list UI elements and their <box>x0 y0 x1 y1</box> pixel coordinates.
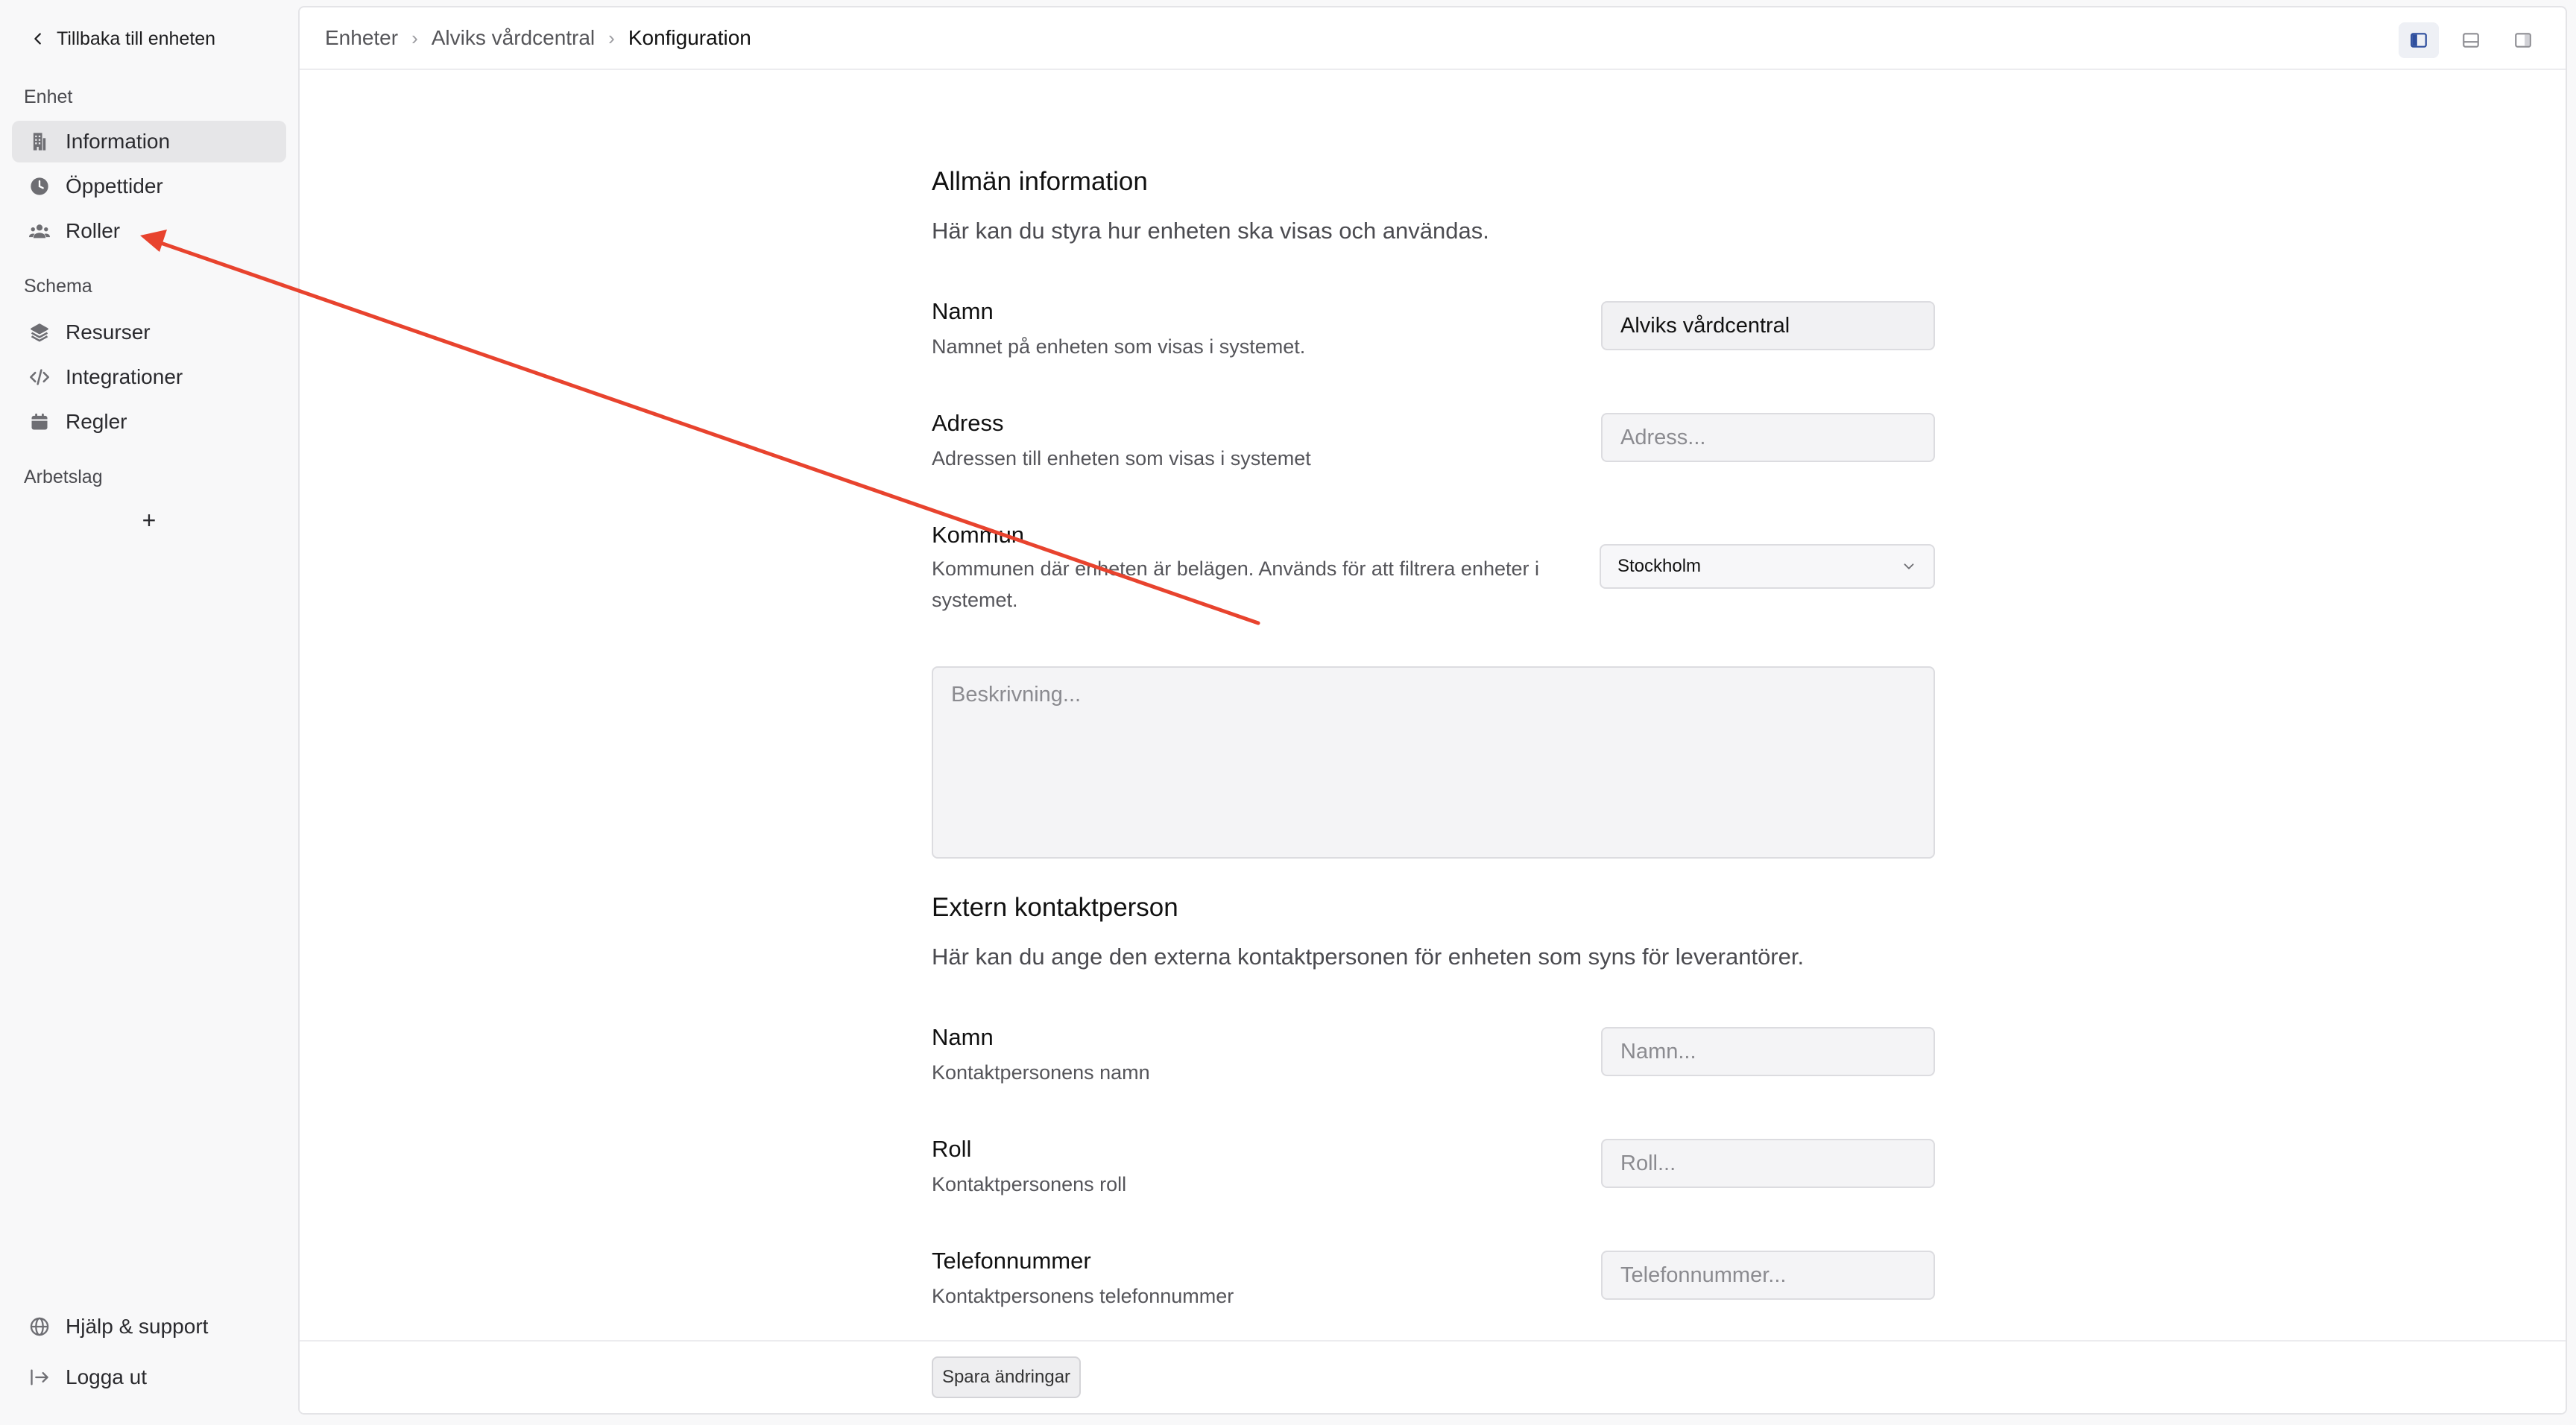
contact-role-label: Roll <box>932 1136 972 1162</box>
section-label-schema: Schema <box>24 276 92 297</box>
contact-name-label: Namn <box>932 1024 994 1050</box>
logout-link[interactable]: Logga ut <box>12 1356 286 1398</box>
contact-phone-help: Kontaktpersonens telefonnummer <box>932 1285 1234 1307</box>
contact-section-title: Extern kontaktperson <box>932 893 1178 922</box>
description-textarea[interactable] <box>932 666 1935 859</box>
chevron-right-icon: › <box>411 26 418 49</box>
code-icon <box>28 366 51 388</box>
section-label-arbetslag: Arbetslag <box>24 467 103 487</box>
sidebar-item-label: Information <box>66 130 171 153</box>
unit-name-input[interactable] <box>1601 301 1935 350</box>
sidebar-item-oppettider[interactable]: Öppettider <box>12 165 286 207</box>
users-icon <box>28 220 51 242</box>
sidebar: Tillbaka till enheten Enhet Information … <box>0 0 298 1425</box>
sidebar-right-icon <box>2515 33 2531 48</box>
contact-role-input[interactable] <box>1601 1139 1935 1188</box>
address-input[interactable] <box>1601 413 1935 462</box>
contact-name-help: Kontaktpersonens namn <box>932 1061 1150 1084</box>
sidebar-item-information[interactable]: Information <box>12 121 286 162</box>
layout-left-panel-toggle[interactable] <box>2399 22 2439 58</box>
breadcrumb-current: Konfiguration <box>628 26 751 49</box>
add-team-button[interactable]: + <box>134 505 164 535</box>
chevron-right-icon: › <box>608 26 615 49</box>
sidebar-item-integrationer[interactable]: Integrationer <box>12 356 286 398</box>
address-help: Adressen till enheten som visas i system… <box>932 447 1311 470</box>
contact-name-input[interactable] <box>1601 1027 1935 1076</box>
help-support-label: Hjälp & support <box>66 1315 209 1338</box>
sidebar-item-regler[interactable]: Regler <box>12 401 286 443</box>
name-help: Namnet på enheten som visas i systemet. <box>932 335 1306 358</box>
sidebar-item-label: Roller <box>66 219 121 242</box>
breadcrumb-unit[interactable]: Alviks vårdcentral <box>432 26 595 50</box>
stack-icon <box>28 321 51 344</box>
top-bar: Enheter › Alviks vårdcentral › Konfigura… <box>300 7 2566 70</box>
municipality-label: Kommun <box>932 522 1025 548</box>
logout-label: Logga ut <box>66 1365 147 1388</box>
general-section-title: Allmän information <box>932 167 1148 196</box>
sidebar-item-resurser[interactable]: Resurser <box>12 312 286 353</box>
main-panel: Enheter › Alviks vårdcentral › Konfigura… <box>298 6 2567 1415</box>
municipality-select[interactable]: Stockholm <box>1600 544 1935 589</box>
sidebar-item-label: Resurser <box>66 320 151 344</box>
form-footer: Spara ändringar <box>300 1340 2566 1413</box>
contact-section-description: Här kan du ange den externa kontaktperso… <box>932 944 1805 970</box>
breadcrumb: Enheter › Alviks vårdcentral › Konfigura… <box>325 26 751 50</box>
save-changes-button[interactable]: Spara ändringar <box>932 1356 1081 1398</box>
name-label: Namn <box>932 298 994 324</box>
breadcrumb-enheter[interactable]: Enheter <box>325 26 398 50</box>
help-support-link[interactable]: Hjälp & support <box>12 1306 286 1347</box>
globe-icon <box>28 1315 51 1338</box>
section-label-enhet: Enhet <box>24 86 73 107</box>
contact-phone-input[interactable] <box>1601 1251 1935 1300</box>
panel-bottom-icon <box>2463 33 2479 48</box>
view-toggles <box>2399 22 2543 58</box>
app-root: Tillbaka till enheten Enhet Information … <box>0 0 2576 1425</box>
contact-role-help: Kontaktpersonens roll <box>932 1173 1127 1195</box>
sidebar-item-roller[interactable]: Roller <box>12 210 286 252</box>
layout-right-panel-toggle[interactable] <box>2503 22 2543 58</box>
municipality-selected-value: Stockholm <box>1617 556 1702 576</box>
clock-icon <box>28 175 51 198</box>
general-section-description: Här kan du styra hur enheten ska visas o… <box>932 218 1489 244</box>
sidebar-item-label: Öppettider <box>66 174 163 198</box>
contact-phone-label: Telefonnummer <box>932 1248 1091 1274</box>
back-link-label: Tillbaka till enheten <box>57 28 216 49</box>
chevron-left-icon <box>34 33 41 45</box>
logout-icon <box>28 1366 51 1388</box>
municipality-help: Kommunen där enheten är belägen. Används… <box>932 557 1540 611</box>
address-label: Adress <box>932 410 1004 436</box>
chevron-down-icon <box>1904 563 1914 569</box>
sidebar-left-icon <box>2411 33 2427 48</box>
back-to-unit-link[interactable]: Tillbaka till enheten <box>30 25 215 52</box>
calendar-icon <box>28 411 51 433</box>
sidebar-item-label: Integrationer <box>66 365 183 388</box>
sidebar-item-label: Regler <box>66 410 127 433</box>
building-icon <box>28 130 51 153</box>
layout-bottom-panel-toggle[interactable] <box>2451 22 2491 58</box>
